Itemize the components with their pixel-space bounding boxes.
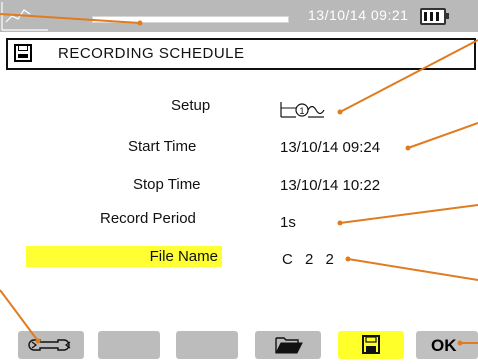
callout-dot-setup (337, 109, 343, 115)
callout-line-progress (0, 13, 141, 24)
callout-line-start-time (407, 122, 478, 149)
callout-dot-file-name (345, 256, 351, 262)
callout-line-config-button (0, 289, 39, 342)
callout-dot-config-button (35, 338, 41, 344)
callout-dot-ok-button (457, 340, 463, 346)
callout-line-record-period (339, 204, 478, 224)
annotation-lines (0, 13, 478, 346)
callout-dot-record-period (337, 220, 343, 226)
callout-dot-start-time (405, 145, 411, 151)
callout-line-setup (339, 39, 478, 113)
callout-line-file-name (347, 258, 478, 281)
callout-dot-progress (137, 20, 143, 26)
recording-schedule-screen: 13/10/14 09:21 RECORDING SCHEDULE Setup … (0, 0, 478, 363)
